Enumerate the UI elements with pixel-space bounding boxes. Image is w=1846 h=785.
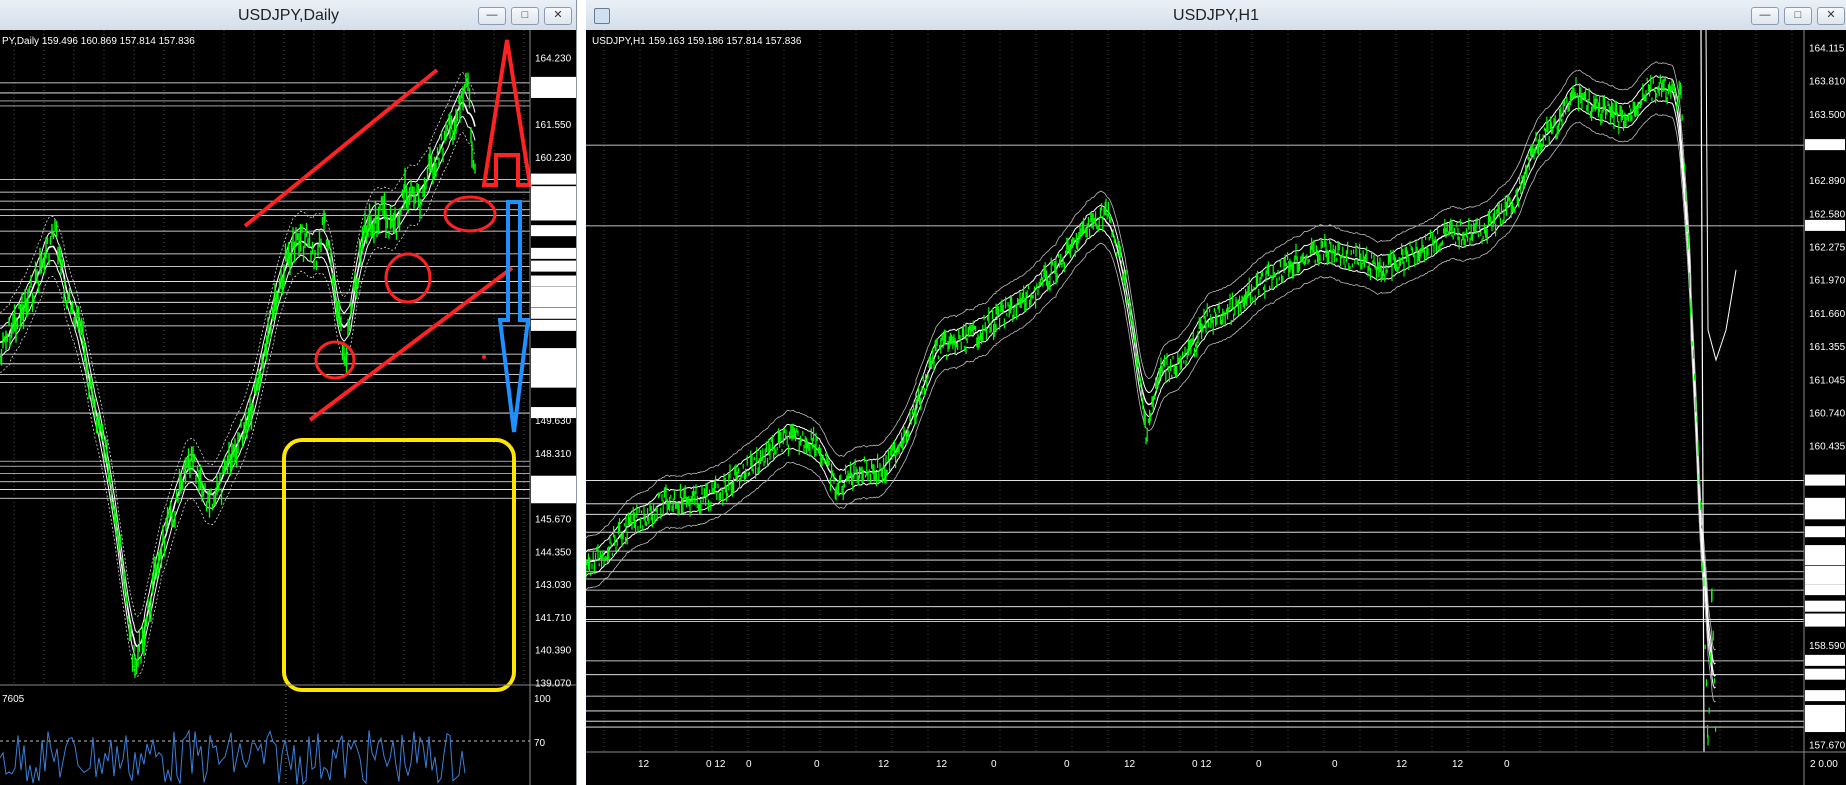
h1-chart-window: USDJPY,H1 — □ ✕ 164.115 163.810 163.500 163… [586, 0, 1846, 785]
daily-price-scale-label: 141.710 [535, 613, 572, 624]
h1-price-scale-label: 161.355 [1809, 342, 1846, 353]
h1-price-chart[interactable]: 164.115 163.810 163.500 163.217 162.890 162.5… [586, 30, 1846, 785]
h1-price-scale-label: 161.660 [1809, 309, 1846, 320]
maximize-button[interactable]: □ [1784, 7, 1812, 25]
h1-price-tag: 159.102 [1807, 586, 1844, 597]
daily-chart-window: USDJPY,Daily — □ ✕ 164.230 163.228 162.823… [0, 0, 577, 785]
time-axis-label: 12 [1452, 759, 1464, 770]
time-axis-label: 0 [1064, 759, 1070, 770]
daily-price-tag: 157.260 [533, 227, 570, 238]
h1-info-line: USDJPY,H1 159.163 159.186 157.814 157.83… [592, 36, 802, 47]
h1-price-tag: 160.115 [1807, 476, 1843, 487]
daily-price-scale-label: 145.670 [535, 515, 572, 526]
minimize-button[interactable]: — [1751, 7, 1779, 25]
daily-price-chart[interactable]: 164.230163.228162.823161.550160.230159.3… [0, 30, 577, 785]
time-axis-label: 0 [1256, 759, 1262, 770]
close-button[interactable]: ✕ [544, 7, 572, 25]
h1-price-tag: 158.448 [1807, 656, 1844, 667]
daily-price-tag: 146.507 [533, 494, 570, 505]
h1-price-tag: 162.470 [1807, 221, 1844, 232]
h1-price-tag: 163.217 [1807, 141, 1844, 152]
h1-price-tag: 158.949 [1807, 602, 1844, 613]
h1-price-tag: 159.380 [1807, 556, 1844, 567]
h1-price-tag: 158.811 [1807, 617, 1843, 628]
corner-readout: 2 0.00 [1810, 759, 1838, 770]
daily-price-scale-label: 140.390 [535, 646, 572, 657]
h1-price-tag: 159.803 [1807, 510, 1844, 521]
time-axis-label: 12 [1396, 759, 1408, 770]
time-axis-label: 12 [936, 759, 948, 770]
daily-price-tag: 157.891 [533, 211, 570, 222]
h1-price-scale-label: 157.670 [1809, 741, 1846, 752]
time-axis-label: 0 12 [706, 759, 726, 770]
daily-price-scale-label: 139.070 [535, 679, 572, 690]
time-axis-label: 0 [814, 759, 820, 770]
time-axis-label: 0 [746, 759, 752, 770]
time-axis-label: 0 [1332, 759, 1338, 770]
h1-price-scale-label: 161.970 [1809, 275, 1846, 286]
h1-price-scale-label: 163.810 [1809, 76, 1846, 87]
h1-price-scale-label: 161.045 [1809, 376, 1846, 387]
time-axis-label: 12 [878, 759, 890, 770]
h1-window-title: USDJPY,H1 [1173, 7, 1259, 24]
h1-price-scale-label: 158.590 [1809, 641, 1846, 652]
daily-price-scale-label: 161.550 [535, 120, 572, 131]
oscillator-label: 7605 [2, 694, 25, 705]
h1-price-scale-label: 160.740 [1809, 408, 1846, 419]
daily-price-scale-label: 148.310 [535, 449, 572, 460]
h1-price-tag: 159.205 [1807, 574, 1844, 585]
time-axis-label: 0 12 [1192, 759, 1212, 770]
daily-price-tag: 162.823 [533, 88, 570, 99]
daily-price-scale-label: 149.630 [535, 416, 572, 427]
minimize-button[interactable]: — [478, 7, 506, 25]
h1-price-tag: 158.122 [1807, 692, 1844, 703]
daily-price-scale-label: 143.030 [535, 580, 572, 591]
daily-price-scale-label: 164.230 [535, 54, 572, 65]
time-axis-label: 12 [1124, 759, 1136, 770]
daily-price-tag: 155.832 [533, 262, 570, 273]
h1-window-titlebar: USDJPY,H1 — □ ✕ [586, 0, 1846, 31]
daily-price-tag: 154.395 [533, 298, 570, 309]
daily-window-titlebar: USDJPY,Daily — □ ✕ [0, 0, 577, 31]
time-axis-label: 0 [1504, 759, 1510, 770]
h1-price-scale-label: 162.580 [1809, 210, 1846, 221]
daily-price-tag: 159.334 [533, 175, 570, 186]
daily-price-scale-label: 160.230 [535, 153, 572, 164]
maximize-button[interactable]: □ [511, 7, 539, 25]
daily-price-tag: 151.161 [533, 378, 570, 389]
time-axis-label: 0 [991, 759, 997, 770]
time-axis-label: 12 [638, 759, 650, 770]
daily-price-tag: 155.231 [533, 277, 570, 288]
oscillator-level-70: 70 [534, 738, 546, 749]
h1-price-tag: 157.836 [1807, 723, 1844, 734]
daily-price-tag: 156.345 [533, 249, 570, 260]
close-button[interactable]: ✕ [1817, 7, 1845, 25]
oscillator-level-100: 100 [534, 694, 551, 705]
h1-price-scale-label: 164.115 [1809, 44, 1845, 55]
h1-price-scale-label: 162.890 [1809, 176, 1846, 187]
daily-info-line: PY,Daily 159.496 160.869 157.814 157.836 [2, 36, 195, 47]
h1-price-scale-label: 162.275 [1809, 242, 1846, 253]
daily-price-tag: 153.934 [533, 309, 570, 320]
daily-price-scale-label: 144.350 [535, 547, 572, 558]
h1-price-scale-label: 160.435 [1809, 441, 1846, 452]
h1-price-scale-label: 163.500 [1809, 110, 1846, 121]
daily-price-tag: 153.446 [533, 321, 570, 332]
h1-price-tag: 159.638 [1807, 528, 1844, 539]
h1-price-tag: 158.320 [1807, 670, 1844, 681]
